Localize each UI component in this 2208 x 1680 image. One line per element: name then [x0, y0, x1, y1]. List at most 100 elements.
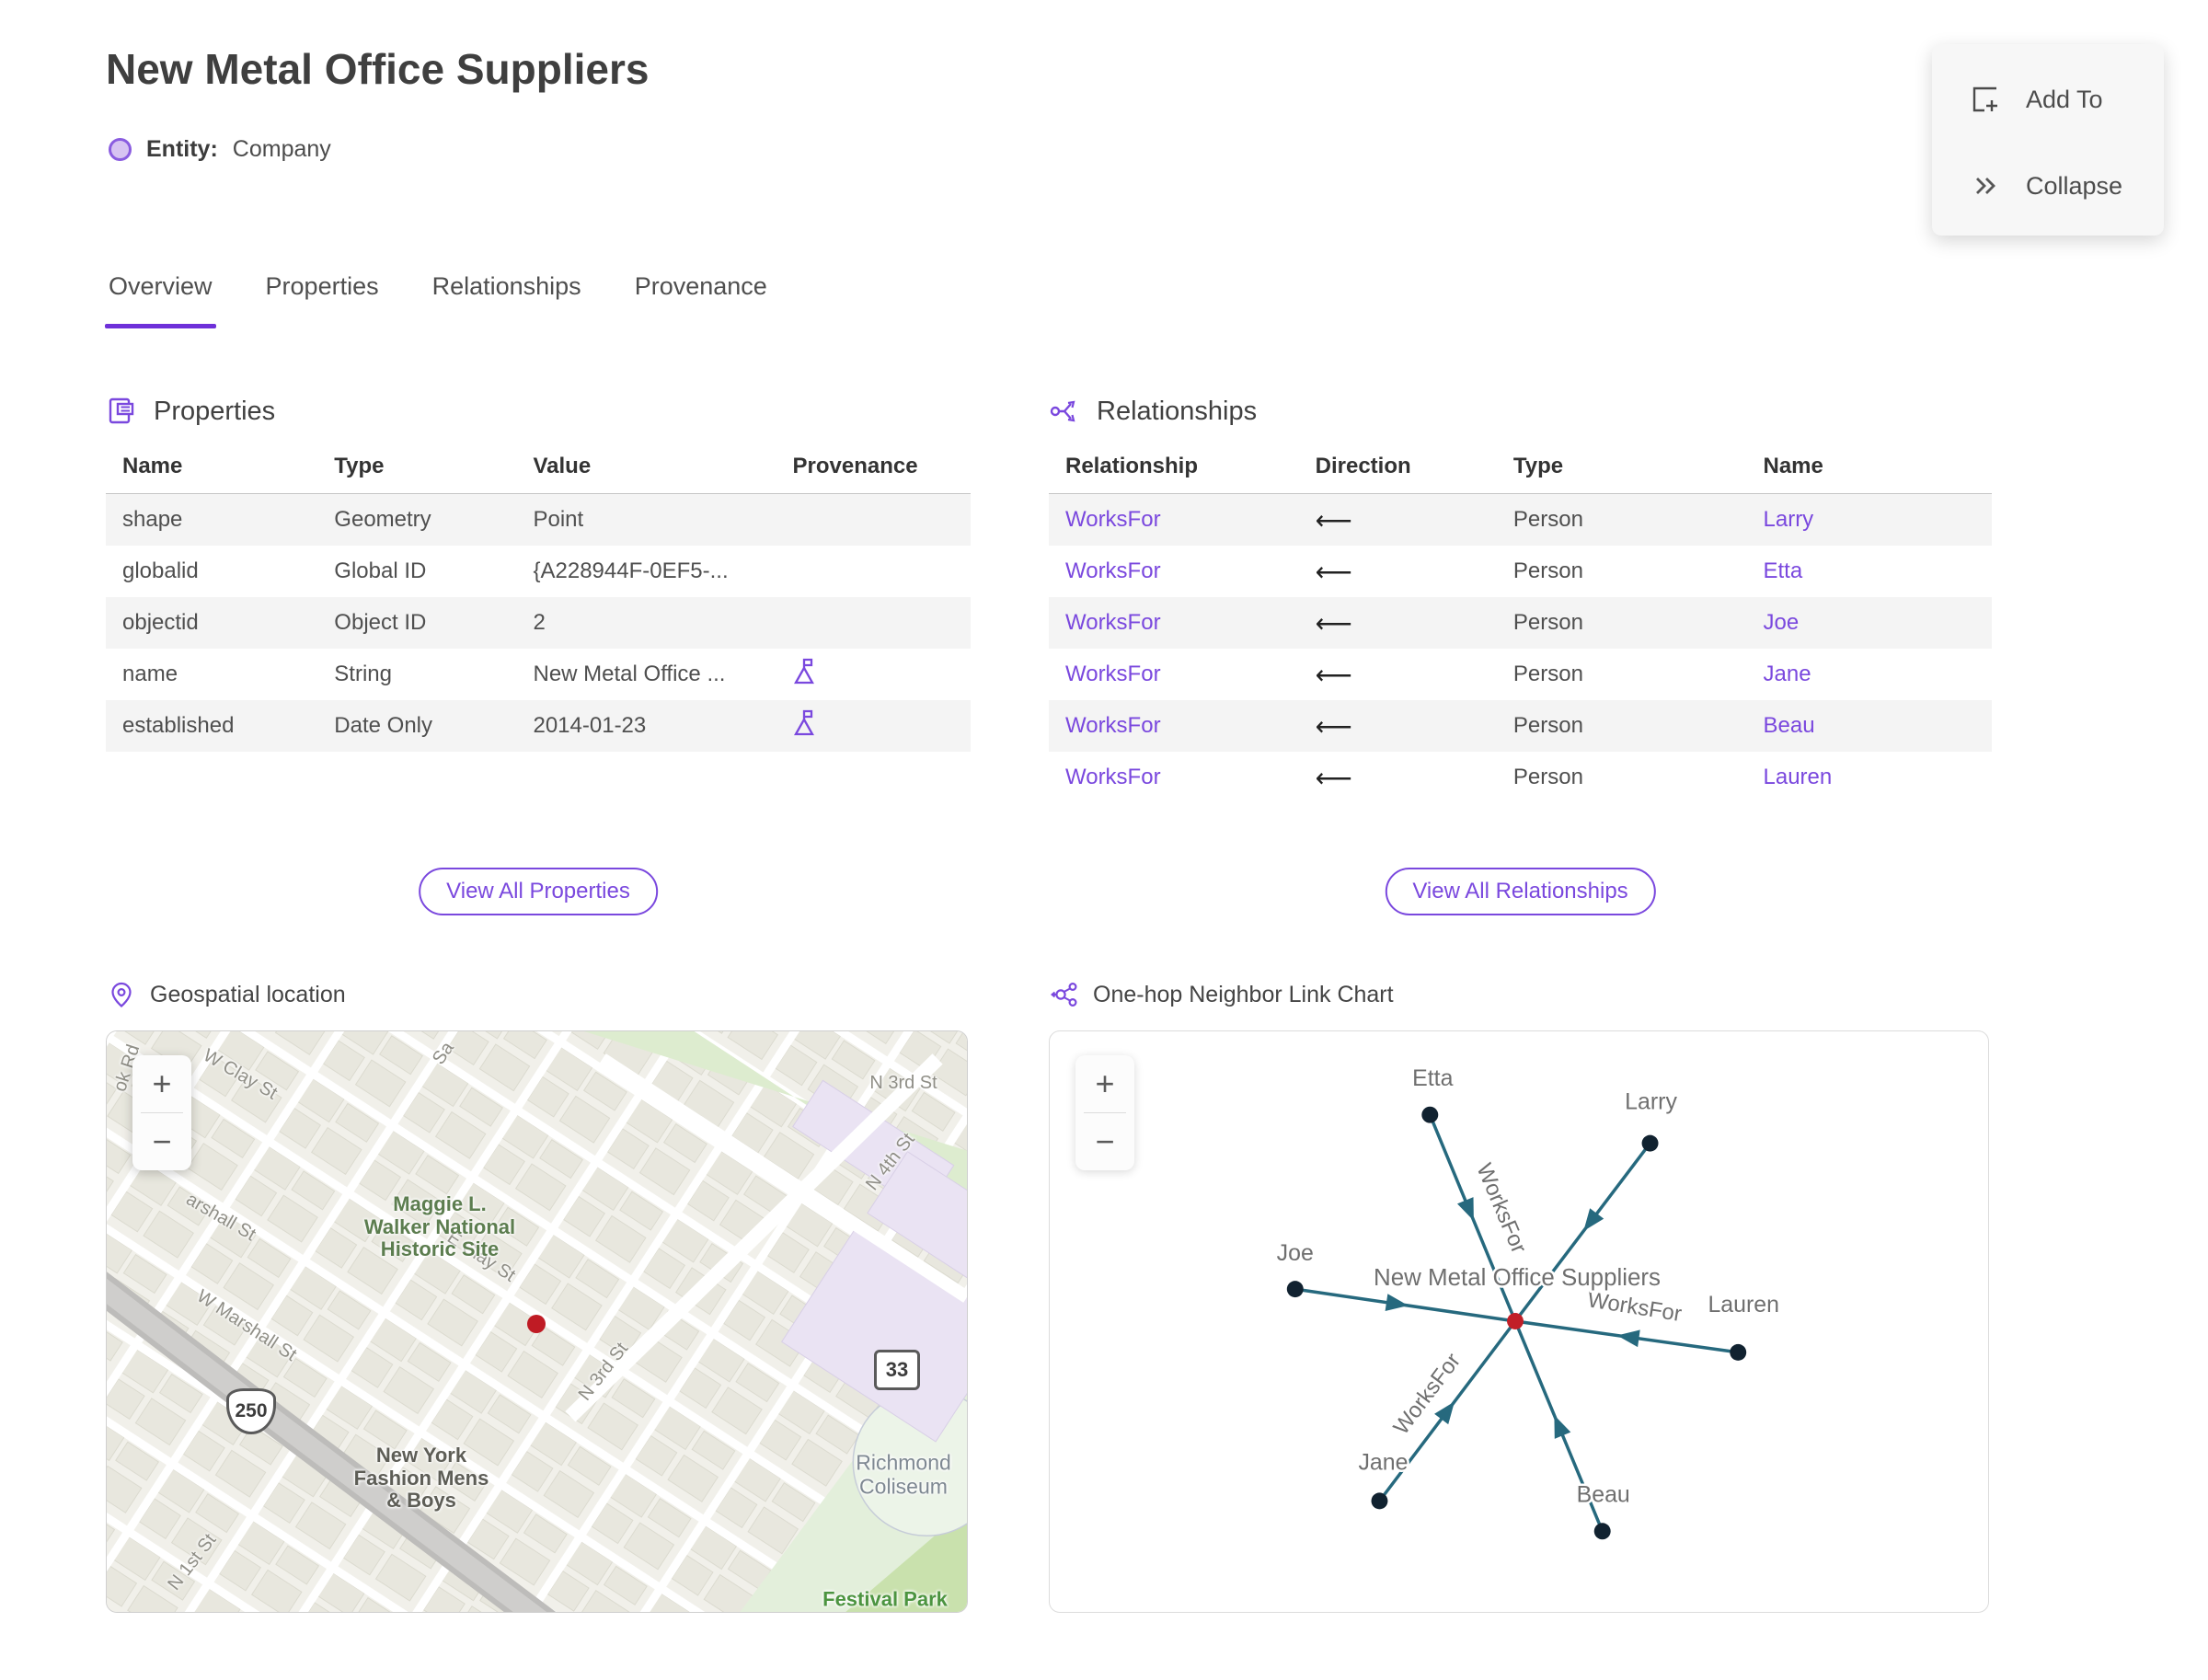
relationship-direction-arrow: ⟵ — [1315, 711, 1352, 741]
relationship-direction-arrow: ⟵ — [1315, 763, 1352, 792]
chart-center-node[interactable] — [1507, 1313, 1524, 1329]
entity-detail-page: New Metal Office Suppliers Entity: Compa… — [0, 0, 2208, 1680]
geospatial-map[interactable]: ok Rd W Clay St Sa arshall St E Clay St W Mar… — [106, 1030, 968, 1613]
relationships-section-header: Relationships — [1049, 396, 1257, 427]
property-name: shape — [122, 507, 183, 532]
chart-node-label: Etta — [1412, 1065, 1453, 1091]
map-zoom-in-button[interactable]: + — [132, 1055, 191, 1112]
properties-table-header: Name Type Value Provenance — [106, 440, 971, 494]
property-name: name — [122, 662, 178, 686]
chart-edge-arrow — [1457, 1197, 1474, 1221]
related-entity-link[interactable]: Etta — [1747, 558, 1993, 584]
chart-node-label: Lauren — [1708, 1292, 1779, 1318]
property-row: shape Geometry Point — [106, 494, 971, 546]
chart-node[interactable] — [1730, 1343, 1747, 1361]
chart-node[interactable] — [1286, 1281, 1304, 1298]
link-chart-icon — [1051, 981, 1078, 1008]
related-entity-type: Person — [1512, 765, 1583, 789]
related-entity-link[interactable]: Jane — [1747, 662, 1993, 687]
entity-type-icon — [109, 138, 132, 161]
relationship-type-link[interactable]: WorksFor — [1049, 662, 1299, 687]
view-all-relationships-button[interactable]: View All Relationships — [1385, 868, 1656, 915]
collapse-label: Collapse — [2026, 171, 2123, 200]
related-entity-type: Person — [1512, 507, 1583, 532]
relationship-direction-arrow: ⟵ — [1315, 608, 1352, 638]
chart-edge-arrow — [1554, 1415, 1571, 1439]
add-to-button[interactable]: Add To — [1969, 83, 2164, 116]
relationship-direction-arrow: ⟵ — [1315, 557, 1352, 586]
chart-edge-arrow — [1434, 1401, 1455, 1425]
properties-table: Name Type Value Provenance shape Geometr… — [106, 440, 971, 752]
one-hop-link-chart[interactable]: WorksFor WorksFor WorksFor Etta Larry Joe Laur… — [1049, 1030, 1989, 1613]
map-zoom-out-button[interactable]: − — [132, 1113, 191, 1170]
related-entity-type: Person — [1512, 662, 1583, 686]
chart-node[interactable] — [1593, 1523, 1611, 1540]
related-entity-type: Person — [1512, 558, 1583, 583]
add-to-icon — [1969, 83, 2002, 116]
link-chart-section-title: One-hop Neighbor Link Chart — [1093, 981, 1394, 1007]
related-entity-link[interactable]: Lauren — [1747, 765, 1993, 790]
relationship-type-link[interactable]: WorksFor — [1049, 558, 1299, 584]
provenance-flag-icon[interactable] — [792, 708, 820, 740]
chart-node-label: Beau — [1577, 1481, 1630, 1507]
property-row: globalid Global ID {A228944F-0EF5-... — [106, 546, 971, 597]
property-value: {A228944F-0EF5-... — [533, 558, 729, 583]
relationships-table-header: Relationship Direction Type Name — [1049, 440, 1992, 494]
link-chart-canvas[interactable]: WorksFor WorksFor WorksFor Etta Larry Joe Laur… — [1050, 1031, 1988, 1612]
chart-node[interactable] — [1371, 1492, 1388, 1510]
relationship-row: WorksFor ⟵ Person Larry — [1049, 494, 1992, 546]
collapse-button[interactable]: Collapse — [1969, 169, 2164, 202]
relationship-direction-arrow: ⟵ — [1315, 505, 1352, 535]
related-entity-type: Person — [1512, 713, 1583, 738]
link-chart-section-header: One-hop Neighbor Link Chart — [1051, 981, 1394, 1008]
property-type: String — [334, 662, 392, 686]
related-entity-link[interactable]: Larry — [1747, 507, 1993, 533]
property-type: Object ID — [334, 610, 427, 635]
entity-badge: Entity: Company — [109, 136, 331, 163]
chart-zoom-out-button[interactable]: − — [1075, 1113, 1134, 1170]
relationship-row: WorksFor ⟵ Person Etta — [1049, 546, 1992, 597]
chart-node[interactable] — [1421, 1106, 1439, 1123]
property-value: Point — [533, 507, 584, 532]
chart-node-label: Jane — [1358, 1449, 1408, 1475]
chart-zoom-in-button[interactable]: + — [1075, 1055, 1134, 1112]
tab[interactable]: Relationships — [432, 272, 581, 306]
page-title: New Metal Office Suppliers — [106, 45, 650, 93]
relationship-row: WorksFor ⟵ Person Beau — [1049, 700, 1992, 752]
tab[interactable]: Overview — [105, 272, 216, 328]
provenance-flag-icon[interactable] — [792, 657, 820, 688]
property-row: name String New Metal Office ... — [106, 649, 971, 700]
chart-edge-label: WorksFor — [1388, 1349, 1466, 1440]
map-zoom-control: + − — [132, 1055, 191, 1170]
property-value: New Metal Office ... — [533, 662, 726, 686]
geospatial-section-header: Geospatial location — [108, 981, 346, 1008]
entity-type-value: Company — [232, 136, 331, 162]
relationship-type-link[interactable]: WorksFor — [1049, 507, 1299, 533]
relationship-type-link[interactable]: WorksFor — [1049, 610, 1299, 636]
entity-label: Entity: — [146, 136, 218, 162]
tab-bar: Overview Properties Relationships Provenanc… — [105, 272, 767, 328]
chart-center-label: New Metal Office Suppliers — [1374, 1265, 1661, 1291]
property-name: globalid — [122, 558, 199, 583]
relationships-table: Relationship Direction Type Name WorksFo… — [1049, 440, 1992, 803]
relationship-row: WorksFor ⟵ Person Joe — [1049, 597, 1992, 649]
chart-edge-label: WorksFor — [1471, 1160, 1531, 1258]
relationship-type-link[interactable]: WorksFor — [1049, 713, 1299, 739]
view-all-properties-button[interactable]: View All Properties — [419, 868, 658, 915]
related-entity-link[interactable]: Beau — [1747, 713, 1993, 739]
properties-section-title: Properties — [154, 396, 276, 426]
property-value: 2 — [533, 610, 546, 635]
map-canvas — [107, 1031, 967, 1612]
property-name: objectid — [122, 610, 199, 635]
tab[interactable]: Provenance — [635, 272, 767, 306]
properties-section-header: Properties — [106, 396, 275, 427]
chart-node-label: Larry — [1625, 1089, 1677, 1115]
relationships-section-title: Relationships — [1097, 396, 1258, 426]
tab[interactable]: Properties — [266, 272, 379, 306]
related-entity-type: Person — [1512, 610, 1583, 635]
related-entity-link[interactable]: Joe — [1747, 610, 1993, 636]
properties-icon — [106, 396, 137, 427]
entity-actions-panel: Add To Collapse — [1932, 44, 2164, 236]
chart-node[interactable] — [1641, 1134, 1659, 1152]
relationship-type-link[interactable]: WorksFor — [1049, 765, 1299, 790]
